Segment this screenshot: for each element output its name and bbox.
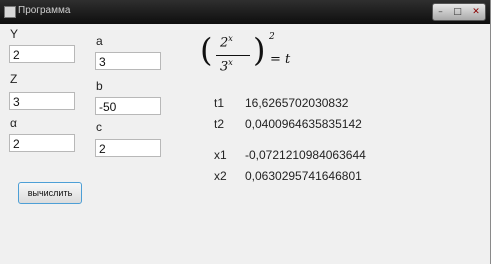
input-alpha[interactable]: 2 <box>9 134 75 152</box>
result-name-t1: t1 <box>214 96 225 110</box>
formula: ( 2x 3x ) 2 = t <box>198 30 298 84</box>
formula-rhs: = t <box>270 52 291 67</box>
label-b: b <box>96 79 103 93</box>
window-controls: – □ ✕ <box>432 3 486 21</box>
result-value-x1: -0,0721210984063644 <box>245 148 366 162</box>
label-z: Z <box>10 72 18 86</box>
fraction-line <box>216 55 250 56</box>
label-y: Y <box>10 27 19 41</box>
calculate-button[interactable]: вычислить <box>18 182 82 204</box>
outer-exponent: 2 <box>269 32 275 42</box>
result-value-x2: 0,0630295741646801 <box>245 169 362 183</box>
app-icon <box>4 6 16 18</box>
label-a: a <box>96 34 103 48</box>
input-y[interactable]: 2 <box>9 45 75 63</box>
formula-denominator: 3x <box>220 58 233 74</box>
input-b[interactable]: -50 <box>95 97 161 115</box>
result-name-x1: x1 <box>214 148 227 162</box>
result-value-t1: 16,6265702030832 <box>245 96 349 110</box>
input-c[interactable]: 2 <box>95 139 161 157</box>
right-paren: ) <box>253 31 266 69</box>
main-window: Программа – □ ✕ Y 2 Z 3 α 2 a 3 b -50 c … <box>0 0 491 264</box>
formula-numerator: 2x <box>220 34 233 50</box>
label-c: c <box>96 120 102 134</box>
num-exp: x <box>228 34 233 43</box>
maximize-icon[interactable]: □ <box>453 7 462 17</box>
input-z[interactable]: 3 <box>9 92 75 110</box>
window-title: Программа <box>18 5 71 16</box>
result-name-x2: x2 <box>214 169 227 183</box>
title-bar[interactable]: Программа – □ ✕ <box>0 0 490 24</box>
den-exp: x <box>228 58 233 67</box>
result-value-t2: 0,0400964635835142 <box>245 117 362 131</box>
input-a[interactable]: 3 <box>95 52 161 70</box>
label-alpha: α <box>10 116 17 130</box>
left-paren: ( <box>200 31 213 69</box>
close-icon[interactable]: ✕ <box>472 7 480 17</box>
result-name-t2: t2 <box>214 117 225 131</box>
minimize-icon[interactable]: – <box>438 7 443 17</box>
